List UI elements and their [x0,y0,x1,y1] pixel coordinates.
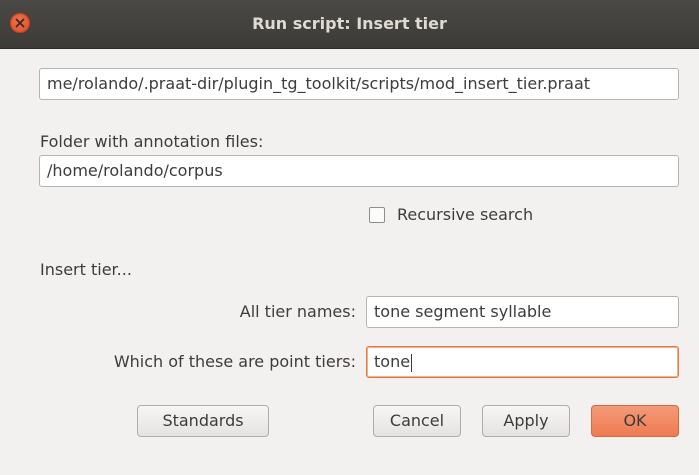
cancel-button[interactable]: Cancel [373,405,461,437]
apply-button[interactable]: Apply [482,405,570,437]
point-tiers-label: Which of these are point tiers: [113,352,356,371]
point-tiers-value: tone [374,352,411,371]
title-bar[interactable]: Run script: Insert tier [0,0,699,49]
insert-tier-section-label: Insert tier... [40,260,132,279]
window-title: Run script: Insert tier [252,14,447,33]
recursive-search-label[interactable]: Recursive search [397,205,533,224]
recursive-search-checkbox[interactable] [369,207,385,223]
standards-button[interactable]: Standards [137,405,269,437]
tier-names-input[interactable]: tone segment syllable [366,296,679,328]
dialog-window: Run script: Insert tier me/rolando/.praa… [0,0,699,475]
text-caret [411,353,413,372]
folder-label: Folder with annotation files: [40,132,264,151]
script-path-field[interactable]: me/rolando/.praat-dir/plugin_tg_toolkit/… [39,68,679,100]
tier-names-label: All tier names: [239,302,356,321]
ok-button[interactable]: OK [591,405,679,437]
point-tiers-input[interactable]: tone [366,346,679,378]
folder-input[interactable]: /home/rolando/corpus [39,155,679,187]
